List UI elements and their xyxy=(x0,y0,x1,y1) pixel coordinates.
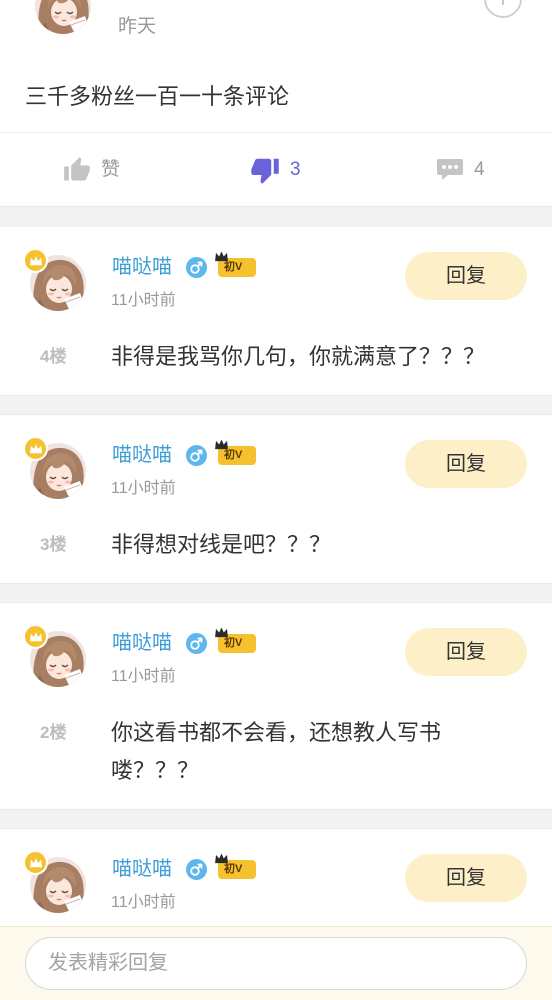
comment-item: 喵哒喵 初V 回复 11小时前 2楼 你这看书都不会看，还想教人写书喽？？？ xyxy=(0,603,552,809)
male-gender-icon xyxy=(186,859,207,880)
floor-label: 2楼 xyxy=(40,723,67,742)
like-label: 赞 xyxy=(101,158,121,180)
comment-body: 3楼 非得想对线是吧？？？ xyxy=(0,526,552,583)
comment-detail-screen: 昨天 三千多粉丝一百一十条评论 赞 3 4 喵哒喵 初V 回复 11小时前 4楼… xyxy=(0,0,552,1000)
reply-input[interactable] xyxy=(25,937,527,990)
comment-list: 喵哒喵 初V 回复 11小时前 4楼 非得是我骂你几句，你就满意了？？？ 喵哒喵 xyxy=(0,227,552,940)
user-name[interactable]: 喵哒喵 xyxy=(112,254,172,280)
like-button[interactable]: 赞 xyxy=(63,133,120,206)
comment-header: 喵哒喵 初V 回复 11小时前 xyxy=(0,415,552,526)
crown-icon xyxy=(23,850,48,875)
post-content: 三千多粉丝一百一十条评论 xyxy=(25,84,290,109)
section-separator xyxy=(0,809,552,829)
comment-header: 喵哒喵 初V 回复 11小时前 xyxy=(0,227,552,338)
comment-time: 11小时前 xyxy=(111,668,176,685)
level-badge: 初V xyxy=(215,627,256,653)
male-gender-icon xyxy=(186,257,207,278)
dislike-button[interactable]: 3 xyxy=(250,133,301,206)
comment-header: 喵哒喵 初V 回复 11小时前 xyxy=(0,829,552,940)
level-badge-label: 初V xyxy=(224,637,243,649)
comment-text: 非得想对线是吧？？？ xyxy=(111,532,332,557)
crown-icon xyxy=(23,436,48,461)
comment-body: 2楼 你这看书都不会看，还想教人写书喽？？？ xyxy=(0,714,552,809)
reply-bar xyxy=(0,926,552,1000)
user-name[interactable]: 喵哒喵 xyxy=(112,442,172,468)
add-circle-icon[interactable] xyxy=(484,0,522,18)
dislike-count: 3 xyxy=(290,158,301,180)
level-badge: 初V xyxy=(215,853,256,879)
comment-item: 喵哒喵 初V 回复 11小时前 3楼 非得想对线是吧？？？ xyxy=(0,415,552,583)
section-separator xyxy=(0,395,552,415)
male-gender-icon xyxy=(186,445,207,466)
reply-button[interactable]: 回复 xyxy=(405,628,527,676)
floor-label: 4楼 xyxy=(40,347,67,366)
crown-icon xyxy=(23,248,48,273)
reply-button[interactable]: 回复 xyxy=(405,252,527,300)
comment-item: 喵哒喵 初V 回复 11小时前 xyxy=(0,829,552,940)
comment-item: 喵哒喵 初V 回复 11小时前 4楼 非得是我骂你几句，你就满意了？？？ xyxy=(0,227,552,395)
crown-icon xyxy=(23,624,48,649)
level-badge-label: 初V xyxy=(224,863,243,875)
post-section: 昨天 三千多粉丝一百一十条评论 赞 3 4 xyxy=(0,0,552,207)
comment-text: 你这看书都不会看，还想教人写书喽？？？ xyxy=(111,720,442,783)
male-gender-icon xyxy=(186,633,207,654)
user-name[interactable]: 喵哒喵 xyxy=(112,630,172,656)
section-separator xyxy=(0,583,552,603)
thumbs-up-icon xyxy=(64,156,90,180)
author-avatar[interactable] xyxy=(35,0,91,34)
comment-time: 11小时前 xyxy=(111,292,176,309)
reply-button[interactable]: 回复 xyxy=(405,440,527,488)
comment-button[interactable]: 4 xyxy=(436,133,485,206)
comment-count: 4 xyxy=(474,158,485,180)
user-name[interactable]: 喵哒喵 xyxy=(112,856,172,882)
level-badge-label: 初V xyxy=(224,261,243,273)
floor-label: 3楼 xyxy=(40,535,67,554)
level-badge-label: 初V xyxy=(224,449,243,461)
comment-header: 喵哒喵 初V 回复 11小时前 xyxy=(0,603,552,714)
comment-body: 4楼 非得是我骂你几句，你就满意了？？？ xyxy=(0,338,552,395)
thumbs-down-icon xyxy=(251,158,279,184)
comment-icon xyxy=(437,159,463,180)
comment-time: 11小时前 xyxy=(111,894,176,911)
reply-button[interactable]: 回复 xyxy=(405,854,527,902)
post-time: 昨天 xyxy=(118,16,157,37)
level-badge: 初V xyxy=(215,251,256,277)
comment-time: 11小时前 xyxy=(111,480,176,497)
comment-text: 非得是我骂你几句，你就满意了？？？ xyxy=(111,344,486,369)
level-badge: 初V xyxy=(215,439,256,465)
